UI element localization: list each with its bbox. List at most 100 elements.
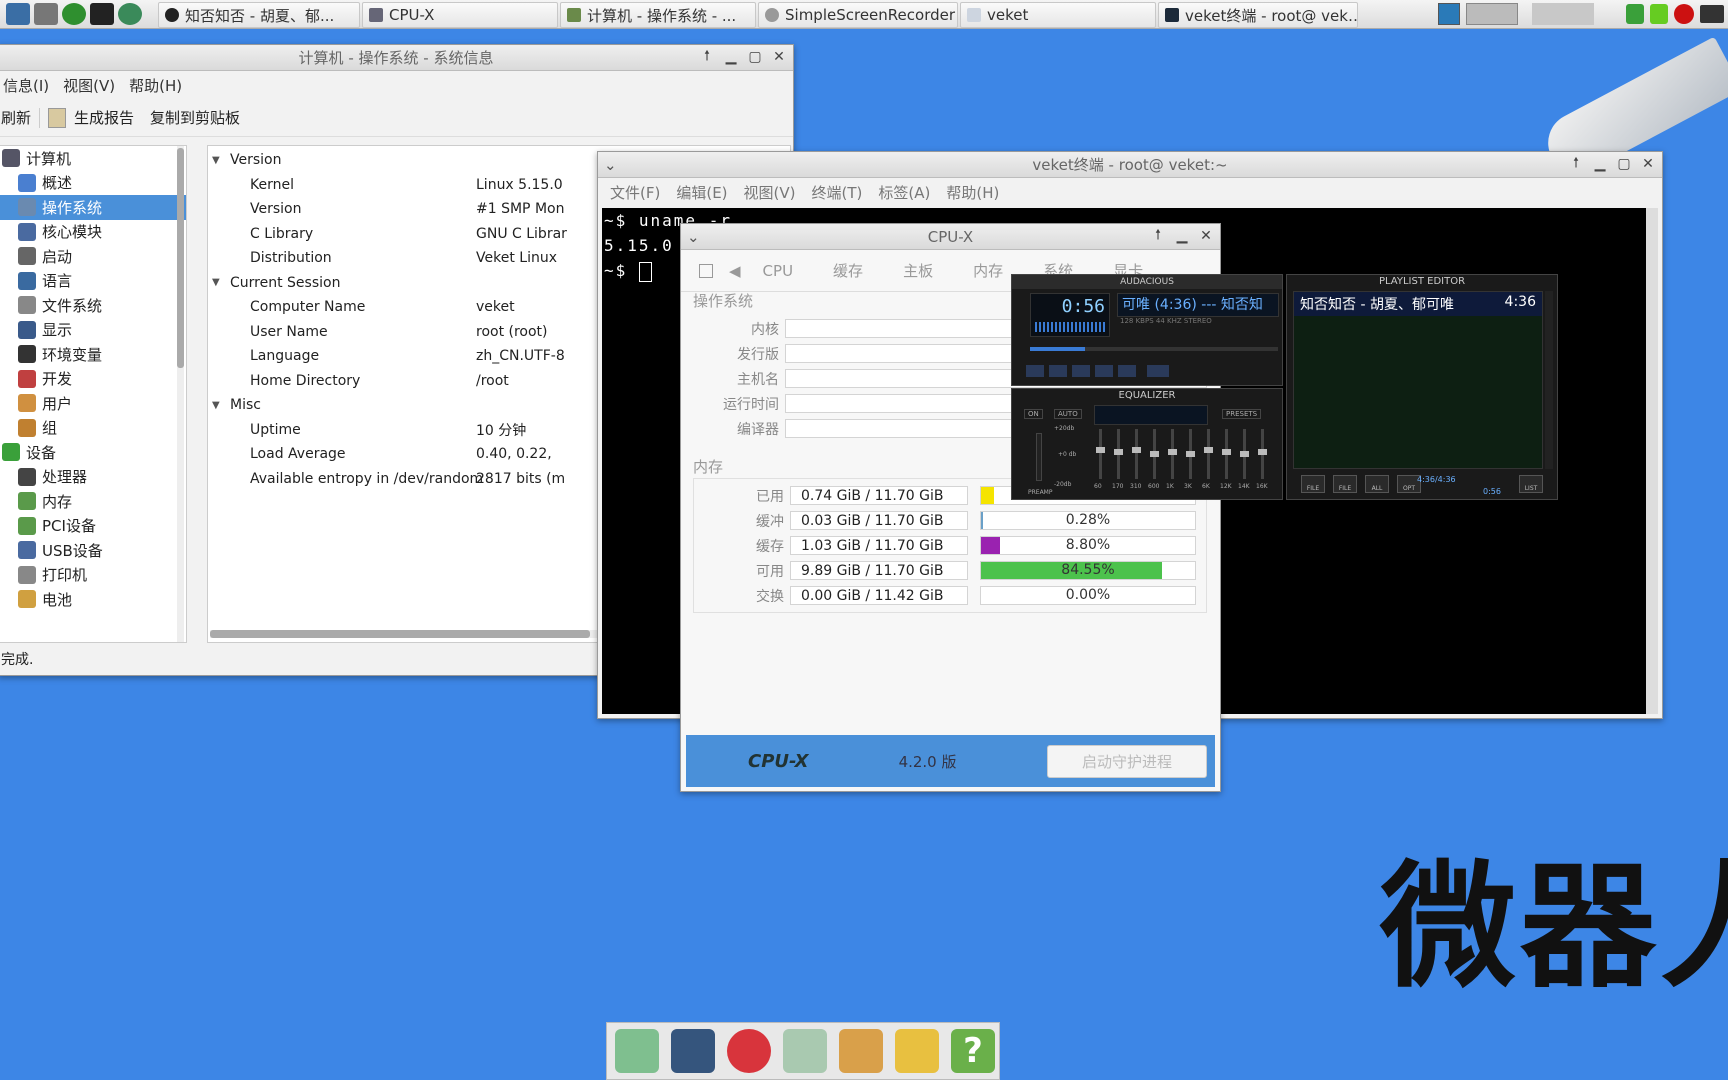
eq-band[interactable]: 12K (1220, 425, 1234, 499)
menu-tabs[interactable]: 标签(A) (878, 182, 930, 203)
tree-item-filesystem[interactable]: 文件系统 (0, 293, 186, 318)
load-list-button[interactable]: LIST (1519, 475, 1543, 493)
tab-cpu[interactable]: CPU (763, 262, 794, 280)
task-music[interactable]: 知否知否 - 胡夏、郁... (158, 2, 360, 28)
select-all-button[interactable]: ALL (1365, 475, 1389, 493)
keyboard-icon[interactable] (1700, 5, 1724, 23)
eq-band[interactable]: 60 (1094, 425, 1108, 499)
minimize-icon[interactable]: ▁ (723, 49, 739, 65)
window-menu-chevron-icon[interactable]: ⌄ (687, 228, 700, 246)
tabbar-menu-icon[interactable] (699, 263, 713, 278)
pin-icon[interactable]: 🠕 (1150, 227, 1166, 244)
maximize-icon[interactable]: ▢ (747, 49, 763, 65)
notepad-icon[interactable] (783, 1029, 827, 1073)
menu-help[interactable]: 帮助(H) (946, 182, 999, 203)
menu-info[interactable]: 信息(I) (3, 75, 49, 96)
eq-band[interactable]: 6K (1202, 425, 1216, 499)
eq-slider-knob[interactable] (1096, 446, 1105, 453)
eq-band[interactable]: 1K (1166, 425, 1180, 499)
pin-icon[interactable]: 🠕 (1568, 155, 1584, 172)
eq-slider-knob[interactable] (1258, 448, 1267, 455)
tree-item-user[interactable]: 用户 (0, 391, 186, 416)
tree-item-boot[interactable]: 启动 (0, 244, 186, 269)
desktop-switcher-icon[interactable] (1438, 3, 1460, 25)
tree-item-battery[interactable]: 电池 (0, 587, 186, 612)
shield-icon[interactable] (1626, 4, 1644, 24)
terminal-scrollbar[interactable] (1646, 208, 1658, 714)
close-icon[interactable]: ✕ (1198, 228, 1214, 244)
playlist-list[interactable]: 知否知否 - 胡夏、郁可唯 4:36 (1293, 291, 1543, 469)
task-veket[interactable]: veket (960, 2, 1156, 28)
tree-item-printer[interactable]: 打印机 (0, 563, 186, 588)
playlist-scrollbar[interactable] (1545, 291, 1553, 469)
eq-slider-knob[interactable] (1204, 446, 1213, 453)
eq-band[interactable]: 310 (1130, 425, 1144, 499)
tree-item-group[interactable]: 组 (0, 416, 186, 441)
pause-icon[interactable] (1072, 365, 1090, 377)
eq-band[interactable]: 14K (1238, 425, 1252, 499)
task-recorder[interactable]: SimpleScreenRecorder (758, 2, 958, 28)
terminal-titlebar[interactable]: ⌄ veket终端 - root@ veket:~ 🠕 ▁ ▢ ✕ (598, 152, 1662, 178)
help-icon[interactable]: ? (951, 1029, 995, 1073)
start-daemon-button[interactable]: 启动守护进程 (1047, 744, 1207, 778)
maximize-icon[interactable]: ▢ (1616, 156, 1632, 172)
browser-globe-icon[interactable] (118, 3, 142, 25)
remove-file-button[interactable]: FILE (1333, 475, 1357, 493)
tree-item-devices[interactable]: 设备 (0, 440, 186, 465)
task-sysinfo[interactable]: 计算机 - 操作系统 - ... (560, 2, 756, 28)
expander-arrow-icon[interactable]: ▼ (208, 400, 230, 411)
menu-help[interactable]: 帮助(H) (129, 75, 182, 96)
tree-item-dev[interactable]: 开发 (0, 367, 186, 392)
eq-slider-knob[interactable] (1150, 451, 1159, 457)
eq-slider-knob[interactable] (1132, 446, 1141, 453)
workspace-pager[interactable] (1466, 3, 1518, 25)
mascot-icon[interactable] (727, 1029, 771, 1073)
playlist-item[interactable]: 知否知否 - 胡夏、郁可唯 4:36 (1294, 292, 1542, 316)
close-icon[interactable]: ✕ (771, 49, 787, 65)
stop-icon[interactable] (1095, 365, 1113, 377)
menu-view[interactable]: 视图(V) (63, 75, 115, 96)
calendar-icon[interactable] (895, 1029, 939, 1073)
tree-scrollbar[interactable] (177, 146, 184, 642)
minimize-icon[interactable]: ▁ (1592, 156, 1608, 172)
tab-motherboard[interactable]: 主板 (903, 260, 933, 281)
menu-edit[interactable]: 编辑(E) (676, 182, 727, 203)
eq-slider-knob[interactable] (1222, 448, 1231, 455)
refresh-button[interactable]: 刷新 (1, 107, 31, 128)
eq-on-toggle[interactable]: ON (1024, 409, 1043, 419)
tree-item-module[interactable]: 核心模块 (0, 220, 186, 245)
eject-icon[interactable] (1147, 365, 1169, 377)
task-terminal[interactable]: veket终端 - root@ vek… (1158, 2, 1358, 28)
tab-memory[interactable]: 内存 (973, 260, 1003, 281)
settings-gear-icon[interactable] (34, 3, 58, 25)
report-button[interactable]: 生成报告 (74, 107, 134, 128)
tree-item-cpu[interactable]: 处理器 (0, 465, 186, 490)
tree-item-memory[interactable]: 内存 (0, 489, 186, 514)
record-icon[interactable] (1674, 4, 1694, 24)
eq-auto-toggle[interactable]: AUTO (1054, 409, 1082, 419)
add-file-button[interactable]: FILE (1301, 475, 1325, 493)
next-icon[interactable] (1118, 365, 1136, 377)
preamp-slider[interactable] (1036, 433, 1042, 481)
cpux-titlebar[interactable]: ⌄ CPU-X 🠕 ▁ ✕ (681, 224, 1220, 250)
play-icon[interactable] (62, 3, 86, 25)
tab-cache[interactable]: 缓存 (833, 260, 863, 281)
eq-slider-knob[interactable] (1186, 451, 1195, 457)
expander-arrow-icon[interactable]: ▼ (208, 155, 230, 166)
menu-terminal[interactable]: 终端(T) (812, 182, 863, 203)
sysinfo-titlebar[interactable]: 计算机 - 操作系统 - 系统信息 🠕 ▁ ▢ ✕ (0, 45, 793, 71)
tree-item-computer[interactable]: 计算机 (0, 146, 186, 171)
eq-band[interactable]: 3K (1184, 425, 1198, 499)
paint-palette-icon[interactable] (839, 1029, 883, 1073)
task-cpux[interactable]: CPU-X (362, 2, 558, 28)
eq-band[interactable]: 600 (1148, 425, 1162, 499)
monitor-icon[interactable] (671, 1029, 715, 1073)
menu-view[interactable]: 视图(V) (744, 182, 796, 203)
seek-bar[interactable] (1030, 347, 1278, 351)
tree-item-env[interactable]: 环境变量 (0, 342, 186, 367)
tree-item-os-gear[interactable]: 操作系统 (0, 195, 186, 220)
play-icon[interactable] (1049, 365, 1067, 377)
tab-prev-arrow-icon[interactable]: ◀ (729, 262, 741, 280)
battery-icon[interactable] (1650, 4, 1668, 24)
tree-item-display[interactable]: 显示 (0, 318, 186, 343)
